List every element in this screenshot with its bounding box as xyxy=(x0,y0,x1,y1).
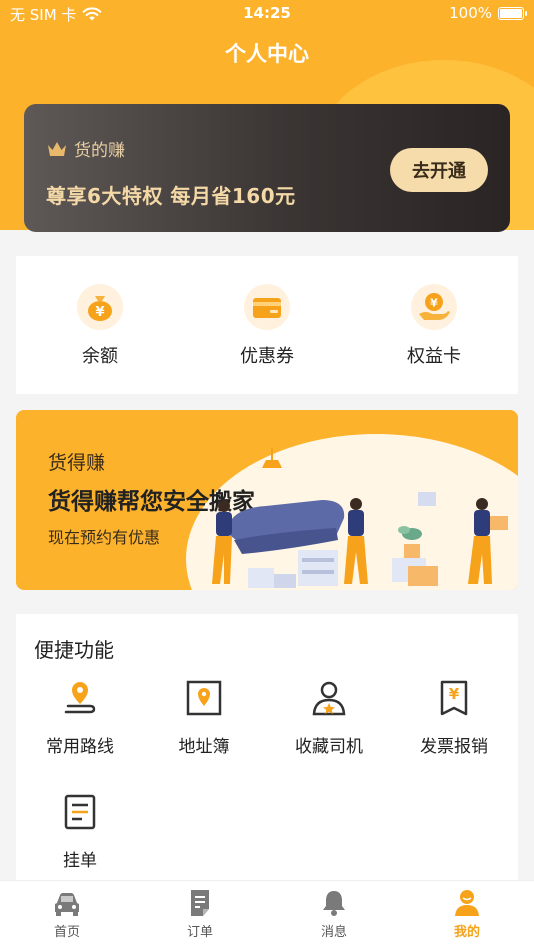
shortcut-invoice[interactable]: ¥ 发票报销 xyxy=(394,678,514,757)
vip-brand: 货的赚 xyxy=(74,141,125,161)
movers-illustration xyxy=(212,448,508,588)
page-title: 个人中心 xyxy=(225,42,309,66)
coupon-icon xyxy=(253,298,281,318)
tab-messages[interactable]: 消息 xyxy=(284,889,384,940)
shortcuts-title: 便捷功能 xyxy=(34,638,114,662)
shortcut-address-book[interactable]: 地址簿 xyxy=(144,678,264,757)
wallet-item-coupon[interactable]: 优惠券 xyxy=(207,284,327,368)
vip-slogan: 尊享6大特权 每月省160元 xyxy=(46,184,296,208)
open-membership-button[interactable]: 去开通 xyxy=(390,148,488,192)
address-book-icon xyxy=(186,680,222,716)
car-icon xyxy=(55,893,79,916)
shortcuts-panel: 便捷功能 常用路线 地址簿 收藏司机 ¥ 发票报销 挂单 xyxy=(16,614,518,884)
tab-label-mine: 我的 xyxy=(453,925,480,940)
shortcut-common-routes[interactable]: 常用路线 xyxy=(20,678,140,757)
shortcut-label-favorite-drivers: 收藏司机 xyxy=(295,737,363,757)
shortcut-label-pending-order: 挂单 xyxy=(63,851,97,871)
pending-order-icon xyxy=(64,794,96,830)
tab-label-messages: 消息 xyxy=(320,925,347,940)
svg-text:¥: ¥ xyxy=(449,685,460,703)
bell-icon xyxy=(323,891,345,916)
battery-icon xyxy=(498,6,527,20)
vip-card[interactable]: 货的赚 尊享6大特权 每月省160元 去开通 xyxy=(24,104,510,232)
order-icon xyxy=(191,890,209,916)
banner-subtitle: 现在预约有优惠 xyxy=(48,528,161,547)
tab-label-home: 首页 xyxy=(53,925,80,940)
wallet-item-balance[interactable]: ¥ 余额 xyxy=(40,284,160,368)
shortcut-label-invoice: 发票报销 xyxy=(420,737,488,757)
crown-icon xyxy=(48,141,66,156)
user-icon xyxy=(455,890,479,916)
moving-banner[interactable]: 货得赚 货得赚帮您安全搬家 现在预约有优惠 xyxy=(16,410,518,590)
shortcut-pending-order[interactable]: 挂单 xyxy=(20,792,140,871)
wallet-label-balance: 余额 xyxy=(82,346,118,367)
battery-percent: 100% xyxy=(449,4,492,22)
svg-text:¥: ¥ xyxy=(430,297,438,310)
svg-text:¥: ¥ xyxy=(95,305,104,320)
shortcut-label-address-book: 地址簿 xyxy=(178,737,230,757)
hand-coin-icon: ¥ xyxy=(419,293,450,320)
shortcut-label-routes: 常用路线 xyxy=(46,737,114,757)
route-icon xyxy=(64,682,96,714)
invoice-icon: ¥ xyxy=(440,680,468,716)
wallet-label-benefit-card: 权益卡 xyxy=(407,346,461,367)
wallet-item-benefit-card[interactable]: ¥ 权益卡 xyxy=(374,284,494,368)
shortcut-favorite-drivers[interactable]: 收藏司机 xyxy=(269,678,389,757)
wallet-panel: ¥ 余额 优惠券 ¥ 权益卡 xyxy=(16,256,518,394)
money-bag-icon: ¥ xyxy=(88,296,112,321)
tab-orders[interactable]: 订单 xyxy=(150,889,250,940)
tab-mine[interactable]: 我的 xyxy=(417,889,517,940)
status-bar: 无 SIM 卡 14:25 100% xyxy=(0,0,534,28)
tab-label-orders: 订单 xyxy=(186,925,213,940)
wallet-label-coupon: 优惠券 xyxy=(240,346,294,367)
tab-bar: 首页 订单 消息 我的 xyxy=(0,880,534,950)
favorite-driver-icon xyxy=(312,681,346,716)
banner-kicker: 货得赚 xyxy=(48,452,106,474)
tab-home[interactable]: 首页 xyxy=(17,889,117,940)
